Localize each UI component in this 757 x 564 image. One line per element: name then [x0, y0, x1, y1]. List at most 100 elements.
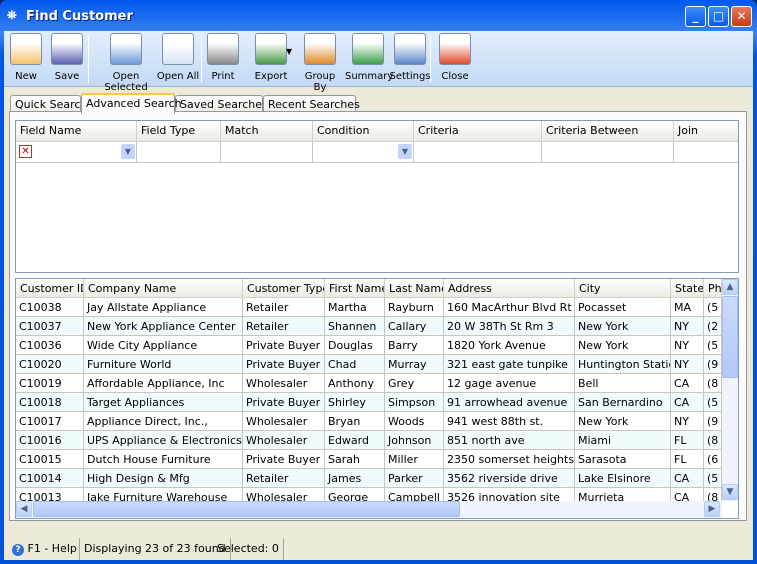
results-header[interactable]: Customer Type [243, 279, 325, 298]
close-button[interactable]: Close [436, 33, 474, 82]
result-cell[interactable]: Grey [385, 374, 444, 393]
result-cell[interactable]: C10017 [16, 412, 84, 431]
results-header[interactable]: City [575, 279, 671, 298]
result-cell[interactable]: Martha [325, 298, 385, 317]
open-all-button[interactable]: Open All [156, 33, 200, 82]
result-cell[interactable]: 851 north ave [444, 431, 575, 450]
result-cell[interactable]: Barry [385, 336, 444, 355]
result-cell[interactable]: Murray [385, 355, 444, 374]
tab-advanced-search[interactable]: Advanced Search [81, 93, 182, 114]
criteria-header[interactable]: Condition [313, 121, 414, 142]
result-cell[interactable]: Bell [575, 374, 671, 393]
maximize-button[interactable]: □ [708, 6, 729, 27]
group-by-button[interactable]: Group By [297, 33, 343, 93]
result-cell[interactable]: Sarasota [575, 450, 671, 469]
horizontal-scroll-thumb[interactable] [33, 501, 460, 517]
result-cell[interactable]: C10019 [16, 374, 84, 393]
horizontal-scrollbar[interactable]: ◀ ▶ [16, 501, 722, 518]
result-cell[interactable]: Woods [385, 412, 444, 431]
criteria-cell[interactable]: ▼ ✕ [16, 142, 137, 163]
result-cell[interactable]: New York Appliance Center [84, 317, 243, 336]
result-cell[interactable]: Private Buyer [243, 336, 325, 355]
result-cell[interactable]: C10014 [16, 469, 84, 488]
result-cell[interactable]: Lake Elsinore [575, 469, 671, 488]
result-cell[interactable]: MA [671, 298, 704, 317]
delete-row-icon[interactable]: ✕ [19, 145, 32, 158]
result-cell[interactable]: Retailer [243, 317, 325, 336]
result-cell[interactable]: 12 gage avenue [444, 374, 575, 393]
results-header[interactable]: First Name [325, 279, 385, 298]
print-button[interactable]: Print [205, 33, 241, 82]
result-cell[interactable]: Pocasset [575, 298, 671, 317]
result-cell[interactable]: (5 [704, 336, 722, 355]
help-status[interactable]: ? F1 - Help [8, 538, 80, 560]
result-cell[interactable]: Wholesaler [243, 374, 325, 393]
result-cell[interactable]: Edward [325, 431, 385, 450]
result-cell[interactable]: New York [575, 336, 671, 355]
result-cell[interactable]: Sarah [325, 450, 385, 469]
result-cell[interactable]: C10038 [16, 298, 84, 317]
result-cell[interactable]: NY [671, 336, 704, 355]
save-button[interactable]: Save [49, 33, 85, 82]
result-cell[interactable]: (2 [704, 317, 722, 336]
export-dropdown-arrow-icon[interactable]: ▼ [286, 47, 292, 56]
result-cell[interactable]: NY [671, 412, 704, 431]
close-window-button[interactable]: ✕ [731, 6, 752, 27]
results-header[interactable]: Last Name [385, 279, 444, 298]
result-cell[interactable]: 160 MacArthur Blvd Rt 28 [444, 298, 575, 317]
result-cell[interactable]: Chad [325, 355, 385, 374]
result-cell[interactable]: NY [671, 317, 704, 336]
result-cell[interactable]: C10015 [16, 450, 84, 469]
dropdown-arrow-icon[interactable]: ▼ [121, 144, 135, 159]
result-cell[interactable]: (6 [704, 450, 722, 469]
result-cell[interactable]: 941 west 88th st. [444, 412, 575, 431]
result-cell[interactable]: Johnson [385, 431, 444, 450]
result-cell[interactable]: Bryan [325, 412, 385, 431]
results-header[interactable]: State [671, 279, 704, 298]
results-header[interactable]: Address [444, 279, 575, 298]
result-cell[interactable]: CA [671, 393, 704, 412]
criteria-header[interactable]: Criteria Between [542, 121, 674, 142]
result-cell[interactable]: Dutch House Furniture [84, 450, 243, 469]
result-cell[interactable]: 321 east gate tunpike [444, 355, 575, 374]
result-cell[interactable]: 91 arrowhead avenue [444, 393, 575, 412]
dropdown-arrow-icon[interactable]: ▼ [398, 144, 412, 159]
criteria-header[interactable]: Join [674, 121, 738, 142]
result-cell[interactable]: Private Buyer [243, 450, 325, 469]
result-cell[interactable]: Wholesaler [243, 431, 325, 450]
result-cell[interactable]: FL [671, 431, 704, 450]
result-cell[interactable]: New York [575, 412, 671, 431]
result-cell[interactable]: C10037 [16, 317, 84, 336]
result-cell[interactable]: Target Appliances [84, 393, 243, 412]
results-header[interactable]: Company Name [84, 279, 243, 298]
result-cell[interactable]: (9 [704, 412, 722, 431]
result-cell[interactable]: 1820 York Avenue [444, 336, 575, 355]
criteria-header[interactable]: Field Name [16, 121, 137, 142]
result-cell[interactable]: Rayburn [385, 298, 444, 317]
criteria-cell[interactable] [221, 142, 313, 163]
result-cell[interactable]: (8 [704, 374, 722, 393]
export-button[interactable]: Export [246, 33, 296, 82]
result-cell[interactable]: C10018 [16, 393, 84, 412]
result-cell[interactable]: High Design & Mfg [84, 469, 243, 488]
criteria-cell[interactable] [414, 142, 542, 163]
result-cell[interactable]: Douglas [325, 336, 385, 355]
vertical-scrollbar[interactable]: ▲ ▼ [722, 279, 738, 501]
result-cell[interactable]: 20 W 38Th St Rm 3 [444, 317, 575, 336]
result-cell[interactable]: (5 [704, 393, 722, 412]
result-cell[interactable]: Private Buyer [243, 393, 325, 412]
scroll-up-arrow-icon[interactable]: ▲ [722, 279, 738, 295]
result-cell[interactable]: (5 [704, 469, 722, 488]
criteria-cell[interactable]: ▼ [313, 142, 414, 163]
result-cell[interactable]: Wide City Appliance [84, 336, 243, 355]
result-cell[interactable]: Retailer [243, 298, 325, 317]
result-cell[interactable]: Callary [385, 317, 444, 336]
result-cell[interactable]: NY [671, 355, 704, 374]
settings-button[interactable]: Settings [389, 33, 431, 82]
result-cell[interactable]: 3562 riverside drive [444, 469, 575, 488]
result-cell[interactable]: Wholesaler [243, 412, 325, 431]
result-cell[interactable]: New York [575, 317, 671, 336]
criteria-cell[interactable] [137, 142, 221, 163]
result-cell[interactable]: C10036 [16, 336, 84, 355]
criteria-cell[interactable] [542, 142, 674, 163]
